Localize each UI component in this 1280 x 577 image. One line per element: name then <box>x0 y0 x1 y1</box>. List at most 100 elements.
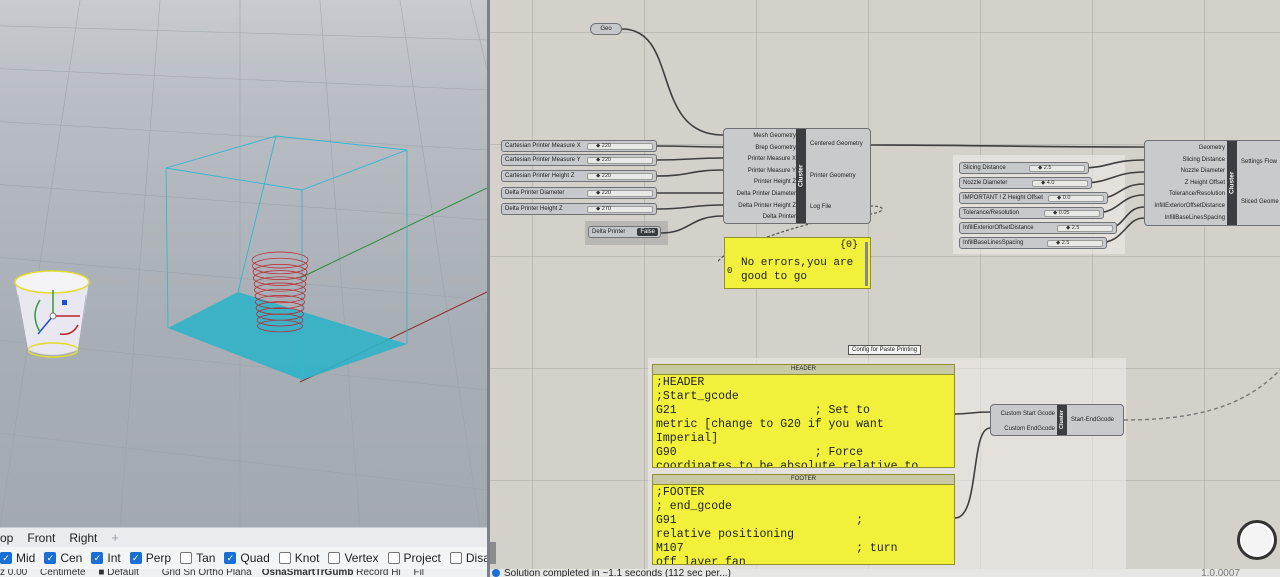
canvas-scrollbar[interactable] <box>490 542 496 564</box>
slider-track[interactable]: ◆ 2.5 <box>1029 165 1085 172</box>
checkbox-icon[interactable]: ✓ <box>44 552 57 564</box>
slider-track[interactable]: ◆ 220 <box>587 143 653 150</box>
panel-line: ; end_gcode <box>656 500 732 513</box>
panel-line: G91 ; <box>656 514 864 527</box>
printer-slider[interactable]: Delta Printer Diameter ◆ 220 <box>501 187 657 199</box>
cluster3-inputs: Custom Start Gcode Custom EndGcode <box>993 407 1055 437</box>
printer-slider[interactable]: Delta Printer Height Z ◆ 270 <box>501 203 657 215</box>
slider-value: 220 <box>601 190 611 196</box>
delta-printer-toggle[interactable]: Delta Printer False <box>588 226 661 238</box>
slider-value: 0.05 <box>1058 210 1070 216</box>
slider-label: InfillBaseLinesSpacing <box>963 240 1024 246</box>
cluster1-tag: Cluster <box>796 129 806 223</box>
osnap-cen[interactable]: ✓ Cen <box>44 551 82 565</box>
slider-track[interactable]: ◆ 270 <box>587 206 653 213</box>
y-axis-line <box>299 187 487 279</box>
osnap-label: Disable <box>465 551 487 565</box>
cluster3-output-0: Start-EndGcode <box>1071 417 1115 423</box>
panel-line: coordinates to be absolute relative to <box>656 460 919 468</box>
osnap-perp[interactable]: ✓ Perp <box>129 551 171 565</box>
footer-panel-title: FOOTER <box>653 475 954 485</box>
checkbox-icon[interactable] <box>449 552 462 564</box>
slicing-slider[interactable]: InfillBaseLinesSpacing ◆ 2.5 <box>959 237 1107 249</box>
panel-line: ;Start_gcode <box>656 390 739 403</box>
printer-geometry-cluster[interactable]: Mesh Geometry Brep Geometry Printer Measur… <box>723 128 871 224</box>
slider-track[interactable]: ◆ 0.05 <box>1044 210 1100 217</box>
checkbox-icon[interactable]: ✓ <box>91 552 104 564</box>
grasshopper-canvas[interactable]: Geo Cartesian Printer Measure X ◆ 220 Car… <box>490 0 1280 569</box>
slider-track[interactable]: ◆ 220 <box>587 173 653 180</box>
construction-grid <box>0 0 487 527</box>
osnap-toggle[interactable]: Osna <box>262 569 287 577</box>
osnap-mid[interactable]: ✓ Mid <box>0 551 35 565</box>
slider-label: Delta Printer Height Z <box>505 206 563 212</box>
checkbox-icon[interactable]: ✓ <box>0 552 12 564</box>
checkbox-icon[interactable] <box>328 552 341 564</box>
osnap-project[interactable]: Project <box>387 551 441 565</box>
printer-slider[interactable]: Cartesian Printer Measure Y ◆ 220 <box>501 154 657 166</box>
panel-line: relative positioning <box>656 528 795 541</box>
slider-track[interactable]: ◆ 4.0 <box>1032 180 1088 187</box>
layer-selector[interactable]: ■ Default <box>98 569 149 577</box>
cluster1-input: Mesh Geometry <box>753 133 796 139</box>
osnap-label: Cen <box>60 551 83 565</box>
osnap-disable[interactable]: Disable <box>449 551 487 565</box>
header-panel[interactable]: HEADER ;HEADER ;Start_gcode G21 ; Set to me… <box>652 364 955 468</box>
checkbox-icon[interactable]: ✓ <box>129 552 142 564</box>
header-panel-text[interactable]: ;HEADER ;Start_gcode G21 ; Set to metric [c… <box>653 375 954 468</box>
slicing-slider[interactable]: IMPORTANT ! Z Height Offset ◆ 0.0 <box>959 192 1108 204</box>
log-panel[interactable]: {0} 0 No errors,you are good to go <box>724 237 871 289</box>
osnap-int[interactable]: ✓ Int <box>91 551 121 565</box>
gcode-cluster[interactable]: Custom Start Gcode Custom EndGcode Clust… <box>990 404 1124 436</box>
panel-line: ;HEADER <box>656 376 705 389</box>
slider-track[interactable]: ◆ 220 <box>587 190 653 197</box>
canvas-navigation-wheel[interactable] <box>1237 520 1277 560</box>
checkbox-icon[interactable] <box>387 552 400 564</box>
slicing-slider[interactable]: Nozzle Diameter ◆ 4.0 <box>959 177 1092 189</box>
viewport-tab-top[interactable]: op <box>0 531 13 545</box>
panel-line: G21 ; Set to <box>656 404 870 417</box>
slider-track[interactable]: ◆ 2.5 <box>1057 225 1113 232</box>
footer-panel-text[interactable]: ;FOOTER; end_gcode G91 ; relative position… <box>653 485 954 564</box>
slicer-cluster[interactable]: Geometry Slicing Distance Nozzle Diameter Z… <box>1144 140 1280 226</box>
checkbox-icon[interactable]: ✓ <box>224 552 237 564</box>
rhino-perspective-viewport[interactable] <box>0 0 487 527</box>
slider-track[interactable]: ◆ 0.0 <box>1048 195 1104 202</box>
footer-panel[interactable]: FOOTER ;FOOTER; end_gcode G91 ; relative p… <box>652 474 955 565</box>
slider-value: 4.0 <box>1046 180 1055 186</box>
slider-value: 220 <box>601 157 611 163</box>
panel-line: G90 ; Force <box>656 446 864 459</box>
checkbox-icon[interactable] <box>180 552 193 564</box>
slicing-slider[interactable]: InfillExteriorOffsetDistance ◆ 2.5 <box>959 222 1117 234</box>
slicing-slider[interactable]: Tolerance/Resolution ◆ 0.05 <box>959 207 1104 219</box>
info-icon <box>492 569 500 577</box>
slider-track[interactable]: ◆ 220 <box>587 157 653 164</box>
add-viewport-tab-button[interactable]: + <box>111 530 119 545</box>
osnap-label: Quad <box>240 551 270 565</box>
cluster2-output-1: Sliced Geome <box>1241 199 1279 205</box>
gumball-toggle[interactable]: Gumb <box>325 569 354 577</box>
osnap-quad[interactable]: ✓ Quad <box>224 551 270 565</box>
log-panel-scrollbar[interactable] <box>865 242 868 286</box>
filter-toggle[interactable]: Fil <box>413 569 424 577</box>
smarttrack-toggle[interactable]: SmartTr <box>287 569 325 577</box>
printer-slider[interactable]: Cartesian Printer Height Z ◆ 220 <box>501 170 657 182</box>
osnap-vertex[interactable]: Vertex <box>328 551 379 565</box>
modeling-aids[interactable]: Grid Sn Ortho Plana <box>162 569 252 577</box>
viewport-scene <box>0 0 487 527</box>
cluster3-input-0: Custom Start Gcode <box>1000 411 1055 417</box>
slicing-slider[interactable]: Slicing Distance ◆ 2.5 <box>959 162 1089 174</box>
slider-track[interactable]: ◆ 2.5 <box>1047 240 1103 247</box>
header-panel-title: HEADER <box>653 365 954 375</box>
geo-parameter[interactable]: Geo <box>590 23 622 35</box>
viewport-tab-front[interactable]: Front <box>27 531 55 545</box>
toggle-label: Delta Printer <box>592 229 626 235</box>
osnap-tan[interactable]: Tan <box>180 551 215 565</box>
group-label: Config for Paste Printing <box>848 345 922 355</box>
checkbox-icon[interactable] <box>278 552 291 564</box>
osnap-knot[interactable]: Knot <box>278 551 319 565</box>
printer-slider[interactable]: Cartesian Printer Measure X ◆ 220 <box>501 140 657 152</box>
toggle-value[interactable]: False <box>637 228 658 236</box>
viewport-tab-right[interactable]: Right <box>69 531 97 545</box>
record-history-toggle[interactable]: Record Hi <box>356 569 400 577</box>
